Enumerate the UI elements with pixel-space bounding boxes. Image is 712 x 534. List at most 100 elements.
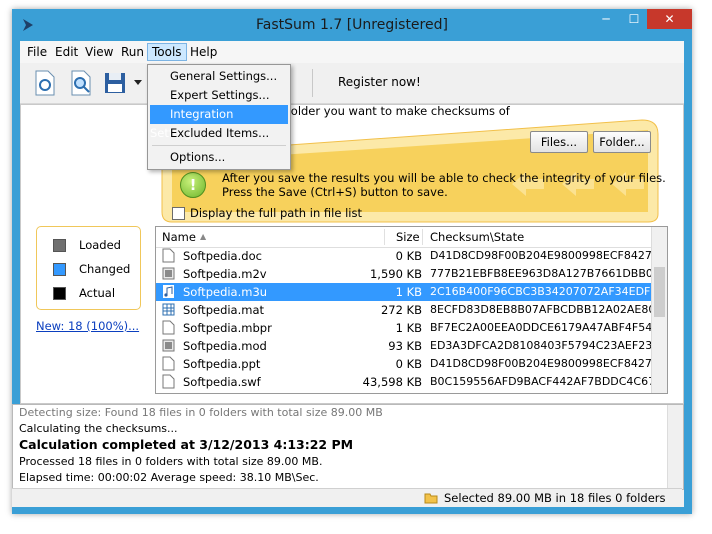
menu-general-settings[interactable]: General Settings... xyxy=(150,67,288,86)
row-name: Softpedia.m3u xyxy=(183,285,268,299)
document-icon xyxy=(162,374,175,389)
row-size: 272 KB xyxy=(380,303,422,317)
menu-item-label: Options... xyxy=(170,150,226,164)
maximize-button[interactable]: ☐ xyxy=(620,9,648,29)
column-checksum[interactable]: Checksum\State xyxy=(430,230,524,244)
menu-item-label: Excluded Items... xyxy=(170,126,270,140)
row-name: Softpedia.mod xyxy=(183,339,267,353)
file-list-header: Name ▲ Size Checksum\State xyxy=(156,227,652,248)
info-line-1: After you save the results you will be a… xyxy=(222,171,666,185)
files-button[interactable]: Files... xyxy=(530,131,588,153)
row-size: 93 KB xyxy=(388,339,422,353)
toolbar-separator xyxy=(312,69,313,97)
register-button[interactable]: Register now! xyxy=(338,75,421,89)
magnifier-icon xyxy=(71,70,91,96)
log-line: Detecting size: Found 18 files in 0 fold… xyxy=(19,406,383,419)
table-row[interactable]: Softpedia.m2v 1,590 KB 777B21EBFB8EE963D… xyxy=(156,265,660,283)
menu-excluded-items[interactable]: Excluded Items... xyxy=(150,124,288,143)
menu-separator xyxy=(152,145,286,146)
legend-changed: Changed xyxy=(79,262,131,276)
menu-edit[interactable]: Edit xyxy=(51,44,82,60)
status-bar: Selected 89.00 MB in 18 files 0 folders xyxy=(12,488,682,507)
row-checksum: 777B21EBFB8EE963D8A127B7661DBB0B xyxy=(430,267,661,280)
file-list-scrollbar[interactable] xyxy=(651,227,667,393)
table-row[interactable]: Softpedia.doc 0 KB D41D8CD98F00B204E9800… xyxy=(156,247,659,265)
info-check-icon: ! xyxy=(180,172,206,198)
toolbar: Register now! xyxy=(20,63,684,104)
menu-integration-setting[interactable]: Integration Setting... xyxy=(150,105,288,140)
log-line: Calculating the checksums... xyxy=(19,422,178,435)
menu-item-label: Expert Settings... xyxy=(170,88,270,102)
table-file-icon xyxy=(162,303,175,316)
scrollbar-thumb[interactable] xyxy=(654,267,665,317)
table-row[interactable]: Softpedia.m3u 1 KB 2C16B400F96CBC3B34207… xyxy=(156,283,657,301)
row-name: Softpedia.mat xyxy=(183,303,265,317)
log-line: Calculation completed at 3/12/2013 4:13:… xyxy=(19,437,354,452)
table-row[interactable]: Softpedia.mbpr 1 KB BF7EC2A00EEA0DDCE617… xyxy=(156,319,659,337)
tools-dropdown-menu: General Settings... Expert Settings... I… xyxy=(147,64,291,170)
log-panel: Detecting size: Found 18 files in 0 fold… xyxy=(12,404,684,490)
document-icon xyxy=(162,356,175,371)
minimize-button[interactable]: ─ xyxy=(592,9,620,29)
menu-file[interactable]: File xyxy=(23,44,51,60)
row-name: Softpedia.ppt xyxy=(183,357,261,371)
menu-options[interactable]: Options... xyxy=(150,148,288,167)
menu-expert-settings[interactable]: Expert Settings... xyxy=(150,86,288,105)
row-size: 0 KB xyxy=(395,249,422,263)
actual-swatch xyxy=(53,287,66,300)
log-line: Elapsed time: 00:00:02 Average speed: 38… xyxy=(19,471,319,484)
row-name: Softpedia.m2v xyxy=(183,267,267,281)
row-size: 0 KB xyxy=(395,357,422,371)
banner-info: After you save the results you will be a… xyxy=(222,171,666,199)
video-file-icon xyxy=(162,267,175,280)
column-name[interactable]: Name xyxy=(162,230,196,244)
legend-box: Loaded Changed Actual xyxy=(36,226,141,310)
legend-loaded: Loaded xyxy=(79,238,121,252)
menu-help[interactable]: Help xyxy=(186,44,221,60)
log-scrollbar[interactable] xyxy=(667,405,683,489)
column-size[interactable]: Size xyxy=(396,230,420,244)
chevron-down-icon xyxy=(134,80,142,85)
column-separator xyxy=(422,229,423,245)
file-checksum-icon xyxy=(35,70,55,96)
save-button[interactable] xyxy=(100,68,130,98)
banner-instruction: e folder you want to make checksums of xyxy=(276,104,510,118)
table-row[interactable]: Softpedia.mat 272 KB 8ECFD83D8EB8B07AFBC… xyxy=(156,301,663,319)
music-file-icon xyxy=(163,285,174,298)
row-name: Softpedia.swf xyxy=(183,375,261,389)
full-path-checkbox[interactable] xyxy=(172,207,185,220)
full-path-label: Display the full path in file list xyxy=(190,206,362,220)
row-checksum: BF7EC2A00EEA0DDCE6179A47ABF4F545 xyxy=(430,321,660,334)
row-checksum: D41D8CD98F00B204E9800998ECF8427E xyxy=(430,249,659,262)
checksum-files-button[interactable] xyxy=(30,68,60,98)
menu-view[interactable]: View xyxy=(81,44,117,60)
row-checksum: 2C16B400F96CBC3B34207072AF34EDF9 xyxy=(430,285,658,298)
legend-actual: Actual xyxy=(79,286,116,300)
row-size: 1 KB xyxy=(395,321,422,335)
title-bar[interactable]: FastSum 1.7 [Unregistered] ─ ☐ ✕ xyxy=(12,9,692,41)
column-separator xyxy=(384,229,385,245)
menu-item-label: General Settings... xyxy=(170,69,278,83)
log-line: Processed 18 files in 0 folders with tot… xyxy=(19,455,323,468)
close-button[interactable]: ✕ xyxy=(647,9,692,29)
row-checksum: D41D8CD98F00B204E9800998ECF8427E xyxy=(430,357,659,370)
file-list: Name ▲ Size Checksum\State Softpedia.doc… xyxy=(155,226,668,394)
document-icon xyxy=(162,320,175,335)
table-row[interactable]: Softpedia.mod 93 KB ED3A3DFCA2D8108403F5… xyxy=(156,337,659,355)
menu-tools[interactable]: Tools xyxy=(147,43,187,61)
row-checksum: 8ECFD83D8EB8B07AFBCDBB12A02AE80B xyxy=(430,303,663,316)
verify-button[interactable] xyxy=(66,68,96,98)
row-name: Softpedia.doc xyxy=(183,249,262,263)
menu-run[interactable]: Run xyxy=(117,44,148,60)
folder-button[interactable]: Folder... xyxy=(593,131,651,153)
table-row[interactable]: Softpedia.ppt 0 KB D41D8CD98F00B204E9800… xyxy=(156,355,659,373)
status-text: Selected 89.00 MB in 18 files 0 folders xyxy=(444,491,666,505)
row-checksum: B0C159556AFD9BACF442AF7BDDC4C67D xyxy=(430,375,664,388)
save-dropdown-button[interactable] xyxy=(130,68,146,98)
row-size: 43,598 KB xyxy=(362,375,422,389)
table-row[interactable]: Softpedia.swf 43,598 KB B0C159556AFD9BAC… xyxy=(156,373,664,391)
changed-swatch xyxy=(53,263,66,276)
new-files-link[interactable]: New: 18 (100%)... xyxy=(36,319,139,333)
folder-icon xyxy=(424,493,438,504)
row-name: Softpedia.mbpr xyxy=(183,321,272,335)
